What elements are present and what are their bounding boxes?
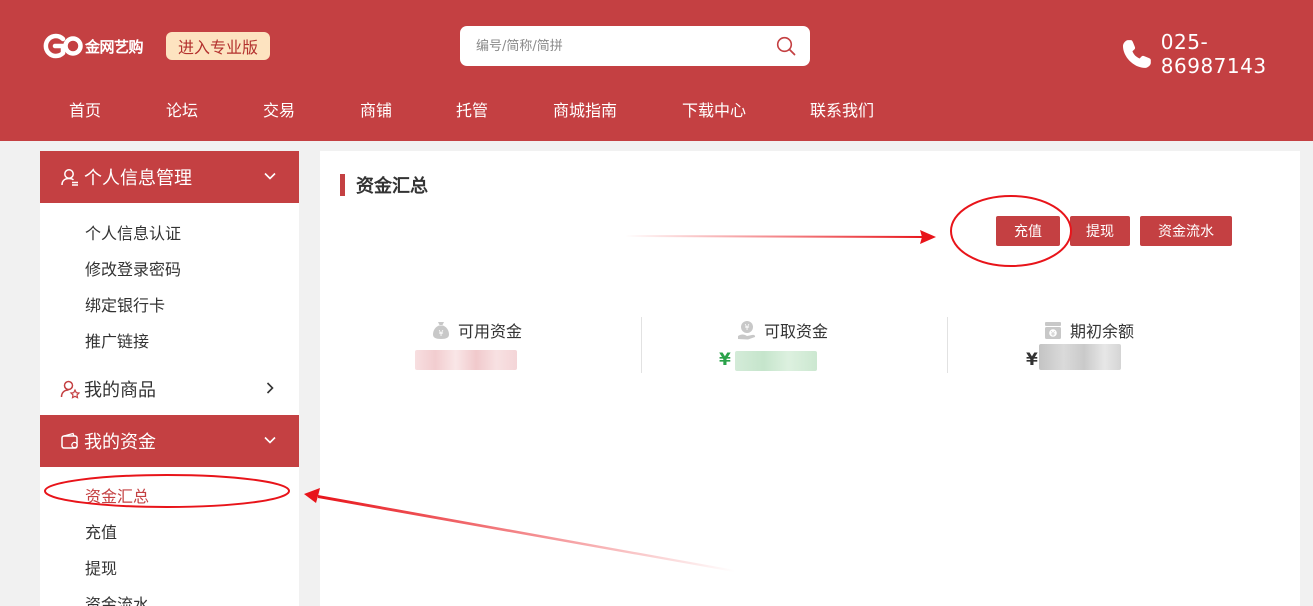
search-icon[interactable] [776, 36, 796, 56]
sidebar-item-promo-link[interactable]: 推广链接 [85, 328, 149, 352]
user-star-icon [60, 380, 80, 399]
sidebar-section-funds[interactable]: 我的资金 [40, 415, 299, 467]
contact-phone: 025-86987143 [1120, 30, 1313, 78]
stat-label: ¥ 期初余额 [1042, 318, 1134, 342]
annotation-arrowhead-bottom [304, 488, 320, 503]
main-panel: 资金汇总 充值 提现 资金流水 ¥ 可用资金 ¥ 可取资金 ¥ ¥ 期初余额 ¥ [320, 151, 1300, 606]
logo-text: 金网艺购 [85, 37, 144, 56]
nav-item-home[interactable]: 首页 [69, 92, 101, 130]
wallet-icon [61, 432, 78, 449]
stat-withdrawable: ¥ 可取资金 ¥ [642, 318, 948, 374]
search-box [460, 26, 810, 66]
stat-value-blurred: ¥ [1026, 344, 1136, 372]
sidebar-item-fund-summary[interactable]: 资金汇总 [85, 483, 149, 507]
sidebar-item-identity[interactable]: 个人信息认证 [85, 220, 181, 244]
sidebar-item-password[interactable]: 修改登录密码 [85, 256, 181, 280]
site-logo[interactable]: 金网艺购 [40, 31, 144, 61]
nav-item-forum[interactable]: 论坛 [166, 92, 198, 130]
stat-value-blurred: ¥ [719, 350, 839, 372]
nav-item-contact[interactable]: 联系我们 [810, 92, 874, 130]
recharge-button[interactable]: 充值 [996, 216, 1060, 246]
hand-coin-icon: ¥ [738, 321, 756, 340]
phone-icon [1122, 40, 1151, 68]
phone-number: 025-86987143 [1160, 30, 1267, 78]
sidebar-section-goods[interactable]: 我的商品 [40, 363, 299, 415]
stat-label-text: 可取资金 [764, 322, 829, 341]
stat-label-text: 期初余额 [1070, 322, 1135, 341]
sidebar: 个人信息管理 个人信息认证 修改登录密码 绑定银行卡 推广链接 我的商品 我的资… [40, 151, 299, 606]
page-title-text: 资金汇总 [356, 176, 428, 197]
chevron-down-icon [264, 436, 276, 444]
money-bag-icon: ¥ [433, 322, 449, 339]
sidebar-item-bank-card[interactable]: 绑定银行卡 [85, 292, 165, 316]
svg-text:¥: ¥ [1051, 330, 1056, 338]
title-accent-bar [340, 174, 345, 196]
stat-opening: ¥ 期初余额 ¥ [948, 318, 1254, 374]
sidebar-item-withdraw[interactable]: 提现 [85, 555, 117, 579]
chevron-down-icon [264, 172, 276, 180]
withdraw-button[interactable]: 提现 [1070, 216, 1130, 246]
sidebar-section-label: 我的资金 [84, 432, 156, 453]
page-title: 资金汇总 [340, 173, 428, 197]
nav-item-custody[interactable]: 托管 [456, 92, 488, 130]
stat-label: ¥ 可取资金 [736, 318, 828, 342]
nav-item-guide[interactable]: 商城指南 [553, 92, 617, 130]
stat-value-blurred [415, 350, 517, 372]
search-input[interactable] [476, 26, 766, 66]
cash-stack-icon: ¥ [1045, 322, 1061, 339]
logo-mark-icon [40, 31, 84, 61]
sidebar-section-personal[interactable]: 个人信息管理 [40, 151, 299, 203]
stat-label-text: 可用资金 [458, 322, 523, 341]
nav-item-download[interactable]: 下载中心 [682, 92, 746, 130]
currency-symbol: ¥ [719, 350, 731, 370]
sidebar-item-recharge[interactable]: 充值 [85, 519, 117, 543]
nav-item-shop[interactable]: 商铺 [360, 92, 392, 130]
site-header: 金网艺购 进入专业版 025-86987143 首页 论坛 交易 商铺 托管 商… [0, 0, 1313, 141]
svg-text:¥: ¥ [744, 323, 749, 332]
user-icon [61, 169, 78, 186]
fund-flow-button[interactable]: 资金流水 [1140, 216, 1232, 246]
stat-label: ¥ 可用资金 [430, 318, 522, 342]
main-nav: 首页 论坛 交易 商铺 托管 商城指南 下载中心 联系我们 [0, 92, 1313, 130]
nav-item-trade[interactable]: 交易 [263, 92, 295, 130]
sidebar-section-label: 个人信息管理 [84, 168, 192, 189]
currency-symbol: ¥ [1026, 350, 1038, 370]
chevron-right-icon [266, 382, 274, 394]
sidebar-item-fund-flow[interactable]: 资金流水 [85, 591, 149, 606]
pro-version-button[interactable]: 进入专业版 [166, 32, 270, 60]
stat-available: ¥ 可用资金 [320, 318, 626, 374]
sidebar-section-label: 我的商品 [84, 380, 156, 401]
svg-text:¥: ¥ [438, 329, 443, 338]
